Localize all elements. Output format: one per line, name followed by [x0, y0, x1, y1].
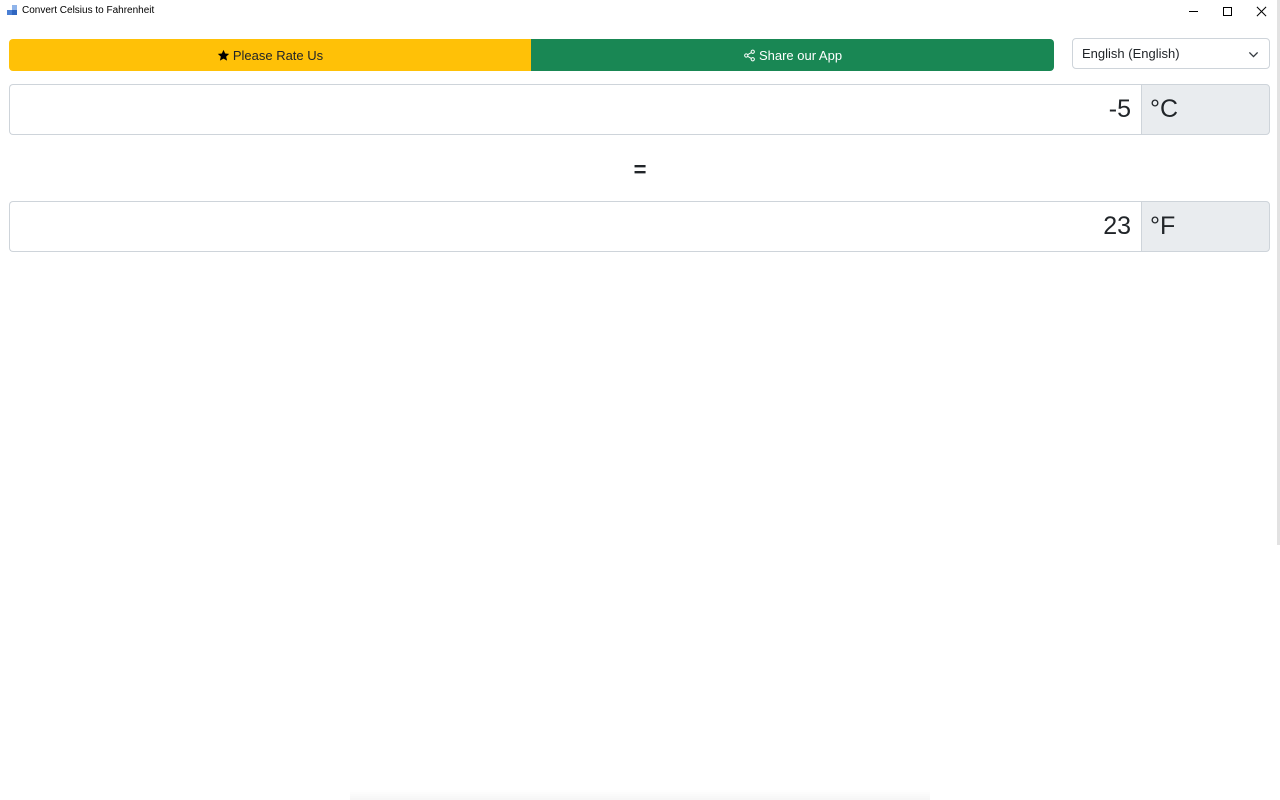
close-icon [1256, 6, 1267, 17]
action-button-group: Please Rate Us Share our App [9, 39, 1054, 71]
app-icon [7, 5, 18, 16]
share-app-label: Share our App [758, 47, 843, 63]
celsius-unit-label: °C [1141, 84, 1270, 135]
maximize-icon [1222, 6, 1232, 16]
close-button[interactable] [1244, 0, 1278, 22]
rate-us-label: Please Rate Us [232, 47, 324, 63]
share-icon [743, 49, 756, 62]
rate-us-button[interactable]: Please Rate Us [9, 39, 531, 71]
language-select[interactable]: English (English) [1072, 38, 1270, 69]
title-bar: Convert Celsius to Fahrenheit [0, 0, 1280, 24]
share-app-button[interactable]: Share our App [531, 39, 1054, 71]
fahrenheit-input[interactable] [9, 201, 1141, 252]
minimize-button[interactable] [1176, 0, 1210, 22]
fahrenheit-unit-label: °F [1141, 201, 1270, 252]
language-selected-value: English (English) [1082, 46, 1180, 61]
bottom-shadow [350, 790, 930, 800]
celsius-input[interactable] [9, 84, 1141, 135]
window-title: Convert Celsius to Fahrenheit [22, 5, 155, 16]
maximize-button[interactable] [1210, 0, 1244, 22]
equals-sign: = [633, 157, 647, 182]
star-icon [217, 49, 230, 62]
fahrenheit-row: °F [9, 201, 1270, 252]
minimize-icon [1188, 10, 1198, 12]
chevron-down-icon [1248, 48, 1259, 63]
celsius-row: °C [9, 84, 1270, 135]
